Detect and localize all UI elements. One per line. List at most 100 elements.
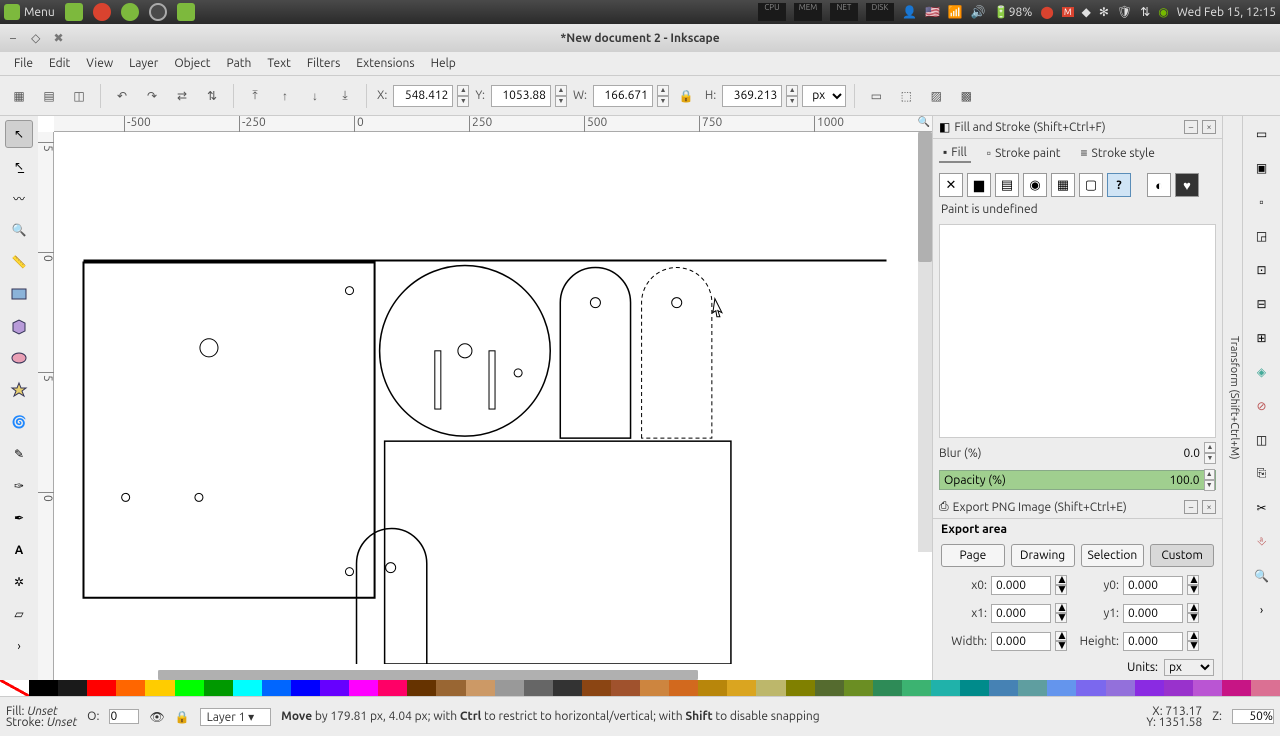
- zoom-tool[interactable]: 🔍: [5, 216, 33, 244]
- export-custom-button[interactable]: Custom: [1150, 544, 1214, 567]
- box3d-tool[interactable]: [5, 312, 33, 340]
- launcher-opera-icon[interactable]: [93, 3, 111, 21]
- ellipse-tool[interactable]: [5, 344, 33, 372]
- units-select[interactable]: px: [1164, 659, 1214, 676]
- flip-v-button[interactable]: ⇅: [199, 83, 225, 109]
- affect-pattern-button[interactable]: ▩: [953, 83, 979, 109]
- swatch[interactable]: [698, 680, 727, 696]
- swatch[interactable]: [1018, 680, 1047, 696]
- w-up[interactable]: ▲: [657, 85, 669, 96]
- zoom-corner-icon[interactable]: 🔍: [916, 116, 932, 132]
- swatch[interactable]: [116, 680, 145, 696]
- snap-node-button[interactable]: ⊡: [1248, 256, 1276, 284]
- unit-select[interactable]: px: [802, 85, 846, 107]
- transform-dock-tab[interactable]: Transform (Shift+Ctrl+M): [1222, 116, 1242, 680]
- lower-bottom-button[interactable]: ⤓: [332, 83, 358, 109]
- opacity-up[interactable]: ▲: [1204, 469, 1215, 480]
- rotate-cw-button[interactable]: ↷: [139, 83, 165, 109]
- h-up[interactable]: ▲: [786, 85, 798, 96]
- eraser-tool[interactable]: ▱: [5, 600, 33, 628]
- pencil-tool[interactable]: ✎: [5, 440, 33, 468]
- y-up[interactable]: ▲: [555, 85, 567, 96]
- menu-extensions[interactable]: Extensions: [348, 53, 422, 74]
- height-input[interactable]: [1123, 632, 1183, 651]
- lower-button[interactable]: ↓: [302, 83, 328, 109]
- y-input[interactable]: [491, 85, 551, 107]
- more-tools[interactable]: ›: [5, 632, 33, 660]
- affect-stroke-button[interactable]: ▭: [863, 83, 889, 109]
- snap-object-button[interactable]: ◫: [1248, 426, 1276, 454]
- rectangle-tool[interactable]: [5, 280, 33, 308]
- swatch[interactable]: [262, 680, 291, 696]
- swatch[interactable]: [553, 680, 582, 696]
- battery-icon[interactable]: 🔋98%: [994, 5, 1033, 19]
- x1-input[interactable]: [991, 604, 1051, 623]
- x-up[interactable]: ▲: [457, 85, 469, 96]
- layer-visibility-icon[interactable]: 👁: [149, 710, 164, 724]
- snap-cut-button[interactable]: ✂: [1248, 494, 1276, 522]
- volume-icon[interactable]: 🔊: [971, 5, 986, 19]
- blur-value[interactable]: 0.0: [1160, 447, 1200, 460]
- paint-unknown-button[interactable]: ?: [1107, 173, 1131, 197]
- ruler-vertical[interactable]: 5 0 5 0: [38, 132, 54, 680]
- zoom-input[interactable]: [1232, 709, 1274, 724]
- launcher-folder-icon[interactable]: [177, 3, 195, 21]
- snap-zoom-button[interactable]: 🔍: [1248, 562, 1276, 590]
- layer-lock-icon[interactable]: 🔒: [175, 710, 190, 724]
- snap-path-button[interactable]: ⊟: [1248, 290, 1276, 318]
- launcher-files-icon[interactable]: [65, 3, 83, 21]
- paint-radial-button[interactable]: ◉: [1023, 173, 1047, 197]
- swatch[interactable]: [175, 680, 204, 696]
- menu-help[interactable]: Help: [423, 53, 464, 74]
- swatch[interactable]: [145, 680, 174, 696]
- width-input[interactable]: [991, 632, 1051, 651]
- canvas[interactable]: [54, 132, 916, 664]
- tray-icon-2[interactable]: ✻: [1099, 5, 1109, 19]
- swatch-none[interactable]: [0, 680, 29, 696]
- x0-input[interactable]: [991, 576, 1051, 595]
- snap-bbox-button[interactable]: ▣: [1248, 154, 1276, 182]
- select-all-button[interactable]: ▦: [6, 83, 32, 109]
- x-down[interactable]: ▼: [457, 96, 469, 107]
- menu-file[interactable]: File: [6, 53, 41, 74]
- affect-gradient-button[interactable]: ▨: [923, 83, 949, 109]
- panel-min-button[interactable]: –: [1184, 120, 1198, 134]
- swatch[interactable]: [989, 680, 1018, 696]
- fill-rule-evenodd-button[interactable]: ◐: [1147, 173, 1171, 197]
- swatch[interactable]: [436, 680, 465, 696]
- star-tool[interactable]: [5, 376, 33, 404]
- swatch[interactable]: [1164, 680, 1193, 696]
- layer-selector[interactable]: Layer 1 ▾: [200, 708, 272, 726]
- menu-path[interactable]: Path: [219, 53, 260, 74]
- swatch[interactable]: [786, 680, 815, 696]
- net-monitor[interactable]: NET: [830, 3, 858, 21]
- export-drawing-button[interactable]: Drawing: [1011, 544, 1075, 567]
- swatch[interactable]: [233, 680, 262, 696]
- export-close-button[interactable]: ×: [1202, 500, 1216, 514]
- record-icon[interactable]: ⬤: [1040, 5, 1053, 19]
- swatch[interactable]: [873, 680, 902, 696]
- shield-icon[interactable]: 🛡: [1117, 5, 1132, 19]
- swatch[interactable]: [582, 680, 611, 696]
- wifi-icon[interactable]: 📶: [948, 5, 963, 19]
- swatch[interactable]: [495, 680, 524, 696]
- close-button[interactable]: ✖: [52, 31, 66, 45]
- disk-monitor[interactable]: DISK: [866, 3, 894, 21]
- fill-rule-nonzero-button[interactable]: ♥: [1175, 173, 1199, 197]
- snap-intersection-button[interactable]: ⊞: [1248, 324, 1276, 352]
- snap-more-button[interactable]: ›: [1248, 596, 1276, 624]
- swatch[interactable]: [611, 680, 640, 696]
- swatch[interactable]: [1047, 680, 1076, 696]
- w-down[interactable]: ▼: [657, 96, 669, 107]
- stroke-paint-tab[interactable]: ▫ Stroke paint: [983, 143, 1065, 163]
- bezier-tool[interactable]: ✑: [5, 472, 33, 500]
- node-tool[interactable]: ↖̲: [5, 152, 33, 180]
- user-icon[interactable]: 👤: [902, 5, 917, 19]
- raise-button[interactable]: ↑: [272, 83, 298, 109]
- swatch[interactable]: [669, 680, 698, 696]
- y1-input[interactable]: [1123, 604, 1183, 623]
- launcher-inkscape-icon[interactable]: [149, 3, 167, 21]
- swatch[interactable]: [1193, 680, 1222, 696]
- swatch[interactable]: [29, 680, 58, 696]
- selector-tool[interactable]: ↖: [5, 120, 33, 148]
